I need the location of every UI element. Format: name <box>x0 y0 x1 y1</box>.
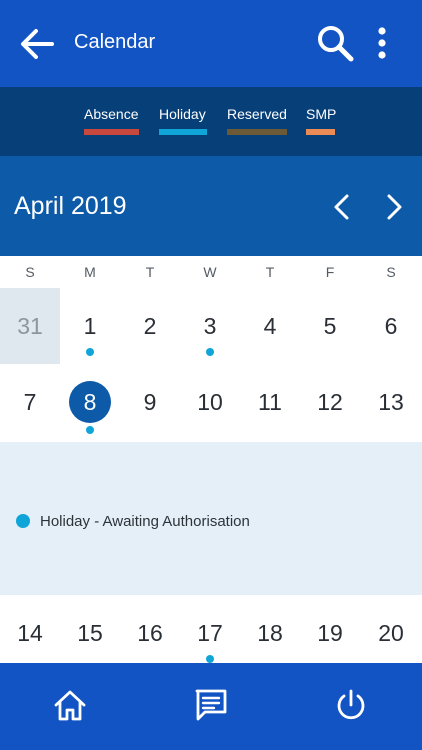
legend-label: Absence <box>84 106 139 122</box>
weekday-label: S <box>386 264 396 280</box>
day-number: 2 <box>143 313 157 339</box>
calendar-day[interactable]: 18 <box>240 595 300 671</box>
event-text: Holiday - Awaiting Authorisation <box>40 513 250 530</box>
calendar-day[interactable]: 2 <box>120 288 180 364</box>
chevron-right-icon[interactable] <box>380 192 408 222</box>
day-number: 10 <box>197 389 223 415</box>
calendar-day[interactable]: 6 <box>361 288 421 364</box>
weekday-label: S <box>25 264 35 280</box>
legend-label: SMP <box>306 106 337 122</box>
calendar-day[interactable]: 1 <box>60 288 120 364</box>
day-number: 12 <box>317 389 343 415</box>
weekday-header: S M T W T F S <box>0 256 422 288</box>
calendar-week: 7 8 9 10 11 12 13 <box>0 364 422 442</box>
calendar-day[interactable]: 16 <box>120 595 180 671</box>
calendar-day[interactable]: 5 <box>300 288 360 364</box>
page-title: Calendar <box>74 31 156 53</box>
power-icon[interactable] <box>333 687 369 723</box>
weekday-label: M <box>84 264 96 280</box>
day-number: 8 <box>83 389 97 415</box>
calendar-day[interactable]: 20 <box>361 595 421 671</box>
event-indicator <box>86 426 94 434</box>
day-number: 20 <box>378 620 404 646</box>
calendar-day[interactable]: 31 <box>0 288 60 364</box>
day-number: 6 <box>384 313 398 339</box>
legend-item-absence: Absence <box>84 106 139 135</box>
calendar-day[interactable]: 7 <box>0 364 60 440</box>
month-label: April 2019 <box>14 192 127 220</box>
day-number: 5 <box>323 313 337 339</box>
weekday-label: T <box>265 264 275 280</box>
day-number: 3 <box>203 313 217 339</box>
calendar-day[interactable]: 15 <box>60 595 120 671</box>
day-number: 16 <box>137 620 163 646</box>
day-number: 17 <box>197 620 223 646</box>
app-bar: Calendar <box>0 0 422 87</box>
day-number: 7 <box>23 389 37 415</box>
weekday-label: T <box>145 264 155 280</box>
holiday-dot-icon <box>16 514 30 528</box>
legend-label: Reserved <box>227 106 287 122</box>
legend-item-smp: SMP <box>306 106 336 135</box>
legend-swatch <box>306 129 335 135</box>
search-icon[interactable] <box>316 24 354 62</box>
day-number: 15 <box>77 620 103 646</box>
legend-swatch <box>227 129 287 135</box>
calendar-day[interactable]: 10 <box>180 364 240 440</box>
day-number: 1 <box>83 313 97 339</box>
weekday-label: W <box>203 264 217 280</box>
day-number: 19 <box>317 620 343 646</box>
calendar-day-selected[interactable]: 8 <box>60 364 120 440</box>
day-number: 11 <box>258 389 282 415</box>
more-vertical-icon[interactable] <box>372 26 392 62</box>
day-number: 4 <box>263 313 277 339</box>
legend-label: Holiday <box>159 106 206 122</box>
back-arrow-icon[interactable] <box>18 26 56 62</box>
calendar-day[interactable]: 17 <box>180 595 240 663</box>
month-header: April 2019 <box>0 156 422 256</box>
legend-swatch <box>159 129 207 135</box>
legend-item-holiday: Holiday <box>159 106 207 135</box>
messages-icon[interactable] <box>193 687 229 723</box>
calendar-day[interactable]: 12 <box>300 364 360 440</box>
home-icon[interactable] <box>52 687 88 723</box>
calendar-day[interactable]: 19 <box>300 595 360 671</box>
legend-swatch <box>84 129 139 135</box>
day-number: 13 <box>378 389 404 415</box>
day-number: 14 <box>17 620 43 646</box>
day-number: 9 <box>143 389 157 415</box>
calendar-day[interactable]: 4 <box>240 288 300 364</box>
calendar-week: 31 1 2 3 4 5 6 <box>0 288 422 364</box>
calendar-week: 14 15 16 17 18 19 20 <box>0 595 422 663</box>
calendar-day[interactable]: 11 <box>240 364 300 440</box>
calendar-day[interactable]: 14 <box>0 595 60 671</box>
event-indicator <box>206 348 214 356</box>
event-panel: Holiday - Awaiting Authorisation <box>0 442 422 595</box>
chevron-left-icon[interactable] <box>328 192 356 222</box>
legend: Absence Holiday Reserved SMP <box>0 87 422 156</box>
day-number: 18 <box>257 620 283 646</box>
event-indicator <box>86 348 94 356</box>
event-indicator <box>206 655 214 663</box>
weekday-label: F <box>325 264 335 280</box>
calendar-day[interactable]: 3 <box>180 288 240 364</box>
legend-item-reserved: Reserved <box>227 106 287 135</box>
calendar-day[interactable]: 13 <box>361 364 421 440</box>
bottom-nav <box>0 663 422 750</box>
day-number: 31 <box>17 313 43 339</box>
calendar-day[interactable]: 9 <box>120 364 180 440</box>
